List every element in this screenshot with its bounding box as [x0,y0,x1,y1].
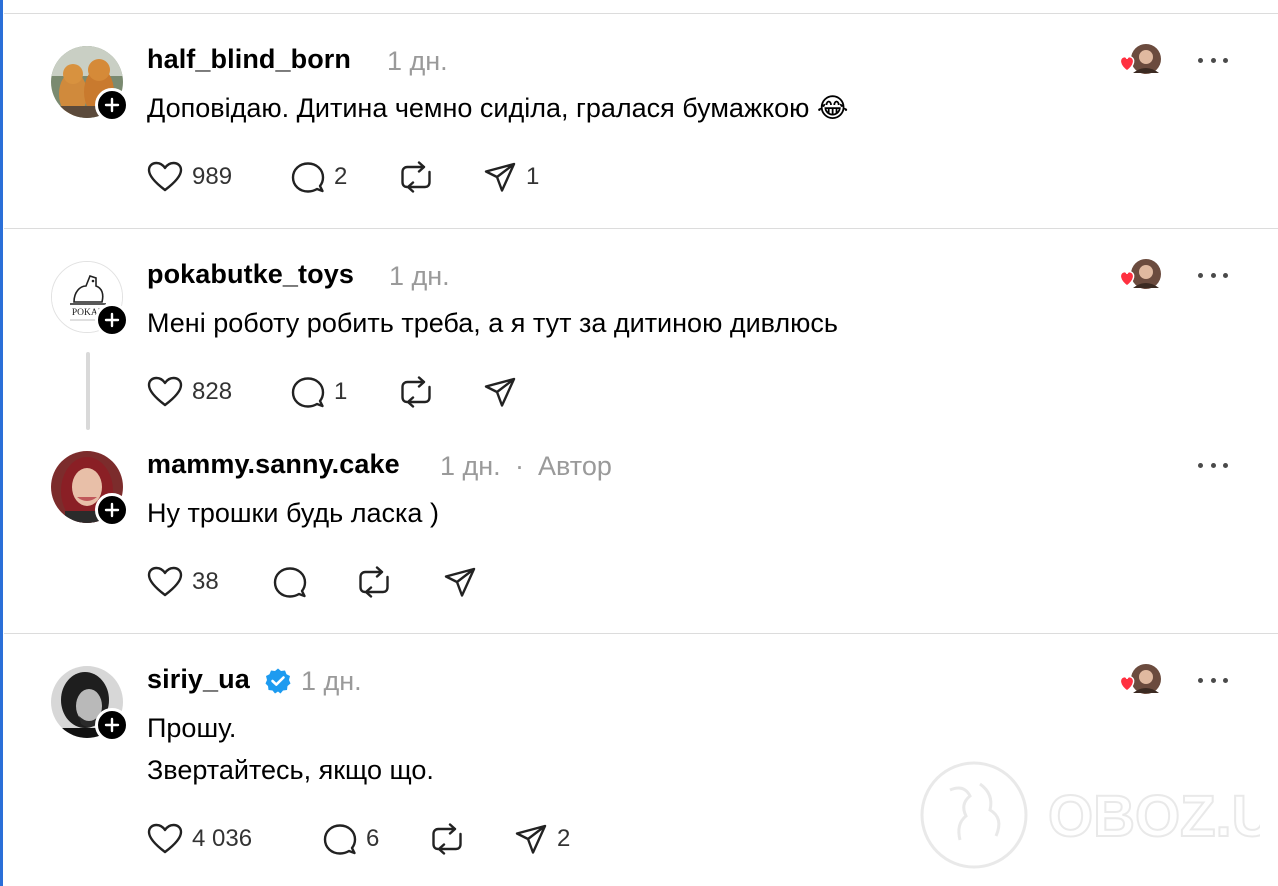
reply-count: 1 [334,378,348,405]
repost-icon [432,823,462,855]
liked-by-author-indicator [1117,258,1163,292]
post-actions: 989 2 1 [147,160,563,194]
post-text-line: Прошу. [147,713,237,743]
post-actions: 828 1 [147,375,563,409]
repost-button[interactable] [357,566,443,598]
share-button[interactable]: 2 [514,823,594,855]
avatar[interactable] [51,46,129,122]
send-icon [515,824,547,854]
comment-icon [273,567,307,598]
post-text: Прошу. Звертайтесь, якщо що. [147,707,434,791]
author-badge: Автор [538,451,612,481]
like-button[interactable]: 4 036 [147,823,323,855]
reply-button[interactable]: 2 [291,161,399,193]
reply-count: 6 [366,825,380,852]
like-button[interactable]: 38 [147,566,273,598]
more-options-button[interactable] [1198,675,1228,685]
repost-icon [401,376,431,408]
username[interactable]: pokabutke_toys [147,259,354,290]
divider [4,13,1278,14]
watermark: OBOZ.UA [920,760,1278,870]
divider [4,633,1278,634]
author-liked-icon [1119,259,1161,289]
more-options-button[interactable] [1198,55,1228,65]
plus-icon [104,502,120,518]
reply-button[interactable] [273,566,357,598]
username[interactable]: half_blind_born [147,44,351,75]
author-liked-icon [1119,44,1161,74]
comment-icon [291,162,325,193]
liked-by-author-indicator [1117,43,1163,77]
repost-icon [359,566,389,598]
like-count: 38 [192,568,219,595]
follow-button[interactable] [95,493,129,527]
share-button[interactable]: 1 [483,161,563,193]
more-options-button[interactable] [1198,270,1228,280]
timestamp[interactable]: 1 дн. [387,46,448,77]
heart-icon [147,823,183,854]
reply-button[interactable]: 1 [291,376,399,408]
post-actions: 4 036 6 2 [147,822,594,856]
post-text-line: Ну трошки будь ласка ) [147,498,439,528]
thread-line [86,352,90,430]
share-button[interactable] [483,376,563,408]
like-count: 4 036 [192,825,253,852]
more-options-button[interactable] [1198,460,1228,470]
post-text-line: Доповідаю. Дитина чемно сиділа, гралася … [147,93,849,123]
username[interactable]: mammy.sanny.cake [147,449,400,480]
reply-button[interactable]: 6 [323,823,430,855]
verified-badge-icon [265,668,291,694]
liked-by-author-indicator [1117,663,1163,697]
like-button[interactable]: 989 [147,161,291,193]
repost-button[interactable] [430,823,514,855]
heart-icon [147,566,183,597]
repost-icon [401,161,431,193]
share-button[interactable] [443,566,503,598]
follow-button[interactable] [95,303,129,337]
like-count: 989 [192,163,233,190]
globe-watermark-icon: OBOZ.UA [920,761,1278,869]
follow-button[interactable] [95,88,129,122]
send-icon [484,377,516,407]
post-text: Ну трошки будь ласка ) [147,492,439,534]
plus-icon [104,312,120,328]
timestamp[interactable]: 1 дн. [301,666,362,697]
like-count: 828 [192,378,233,405]
post-text-line: Звертайтесь, якщо що. [147,755,434,785]
timestamp[interactable]: 1 дн. [389,261,450,292]
share-count: 2 [557,825,571,852]
avatar[interactable] [51,451,129,527]
send-icon [444,567,476,597]
post-actions: 38 [147,565,503,599]
author-liked-icon [1119,664,1161,694]
avatar[interactable]: POKAB [51,261,129,337]
repost-button[interactable] [399,161,483,193]
divider [4,228,1278,229]
heart-icon [147,376,183,407]
send-icon [484,162,516,192]
meta-separator: · [515,451,524,481]
post-text: Доповідаю. Дитина чемно сиділа, гралася … [147,87,848,129]
comment-icon [291,377,325,408]
post-text: Мені роботу робить треба, а я тут за дит… [147,302,838,344]
timestamp[interactable]: 1 дн. [440,451,501,482]
comment-icon [323,824,357,855]
share-count: 1 [526,163,540,190]
watermark-text: OBOZ.UA [1048,784,1260,849]
repost-button[interactable] [399,376,483,408]
heart-icon [147,161,183,192]
like-button[interactable]: 828 [147,376,291,408]
username[interactable]: siriy_ua [147,664,250,695]
plus-icon [104,97,120,113]
avatar[interactable] [51,666,129,742]
plus-icon [104,717,120,733]
post-text-line: Мені роботу робить треба, а я тут за дит… [147,308,838,338]
reply-count: 2 [334,163,348,190]
follow-button[interactable] [95,708,129,742]
window-edge [0,0,3,886]
